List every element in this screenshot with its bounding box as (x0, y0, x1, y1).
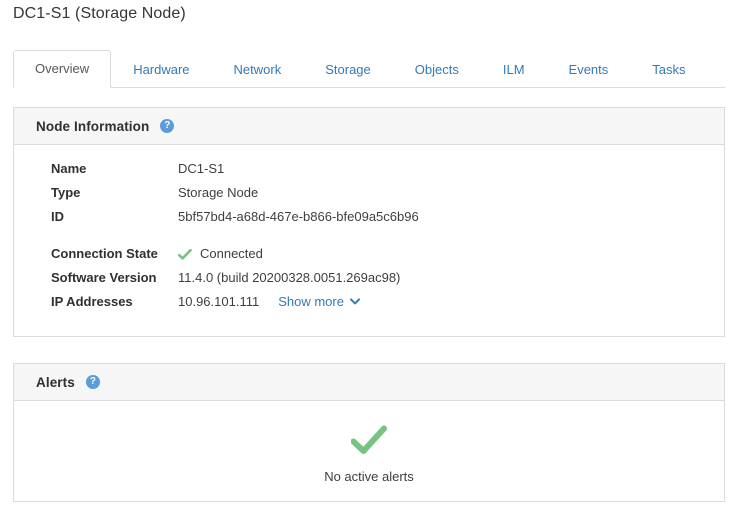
info-label-ip-addresses: IP Addresses (51, 294, 133, 309)
info-label-connection-state: Connection State (51, 246, 158, 261)
tab-hardware[interactable]: Hardware (111, 51, 211, 88)
tab-objects[interactable]: Objects (393, 51, 481, 88)
alerts-title: Alerts (36, 375, 75, 390)
info-value-connection-state: Connected (178, 246, 263, 261)
tab-overview[interactable]: Overview (13, 50, 111, 88)
info-row-connection-state: Connection State Connected (14, 246, 724, 270)
alerts-body: No active alerts (14, 401, 724, 501)
show-more-link[interactable]: Show more (278, 294, 360, 309)
tab-tasks[interactable]: Tasks (630, 51, 707, 88)
connection-state-text: Connected (200, 246, 263, 261)
green-check-icon (178, 248, 192, 262)
help-circle-icon[interactable] (160, 119, 174, 133)
info-row-id: ID 5bf57bd4-a68d-467e-b866-bfe09a5c6b96 (14, 209, 724, 233)
node-information-panel: Node Information Name DC1-S1 Type Storag… (13, 107, 725, 337)
node-information-table: Name DC1-S1 Type Storage Node ID 5bf57bd… (14, 145, 724, 336)
tab-bar: Overview Hardware Network Storage Object… (13, 50, 725, 88)
alerts-status-text: No active alerts (324, 469, 414, 484)
info-row-name: Name DC1-S1 (14, 161, 724, 185)
info-row-ip-addresses: IP Addresses 10.96.101.111 Show more (14, 294, 724, 318)
page-title: DC1-S1 (Storage Node) (13, 5, 186, 23)
tab-ilm[interactable]: ILM (481, 51, 547, 88)
alerts-panel: Alerts No active alerts (13, 363, 725, 502)
help-circle-icon[interactable] (86, 375, 100, 389)
alerts-header: Alerts (14, 364, 724, 401)
info-value-id: 5bf57bd4-a68d-467e-b866-bfe09a5c6b96 (178, 209, 419, 224)
tab-storage[interactable]: Storage (303, 51, 393, 88)
show-more-label: Show more (278, 294, 344, 309)
info-value-ip-addresses: 10.96.101.111 Show more (178, 294, 360, 309)
info-label-name: Name (51, 161, 86, 176)
tab-network[interactable]: Network (212, 51, 304, 88)
chevron-down-icon (350, 293, 360, 308)
info-label-type: Type (51, 185, 80, 200)
info-label-software-version: Software Version (51, 270, 156, 285)
info-value-software-version: 11.4.0 (build 20200328.0051.269ac98) (178, 270, 400, 285)
green-check-icon (351, 425, 387, 460)
node-information-header: Node Information (14, 108, 724, 145)
node-overview-page: DC1-S1 (Storage Node) Overview Hardware … (0, 0, 738, 508)
tab-events[interactable]: Events (547, 51, 631, 88)
info-row-type: Type Storage Node (14, 185, 724, 209)
info-value-type: Storage Node (178, 185, 258, 200)
node-information-body: Name DC1-S1 Type Storage Node ID 5bf57bd… (14, 145, 724, 336)
ip-address-text: 10.96.101.111 (178, 294, 259, 309)
node-information-title: Node Information (36, 119, 149, 134)
info-row-software-version: Software Version 11.4.0 (build 20200328.… (14, 270, 724, 294)
info-label-id: ID (51, 209, 64, 224)
info-value-name: DC1-S1 (178, 161, 224, 176)
